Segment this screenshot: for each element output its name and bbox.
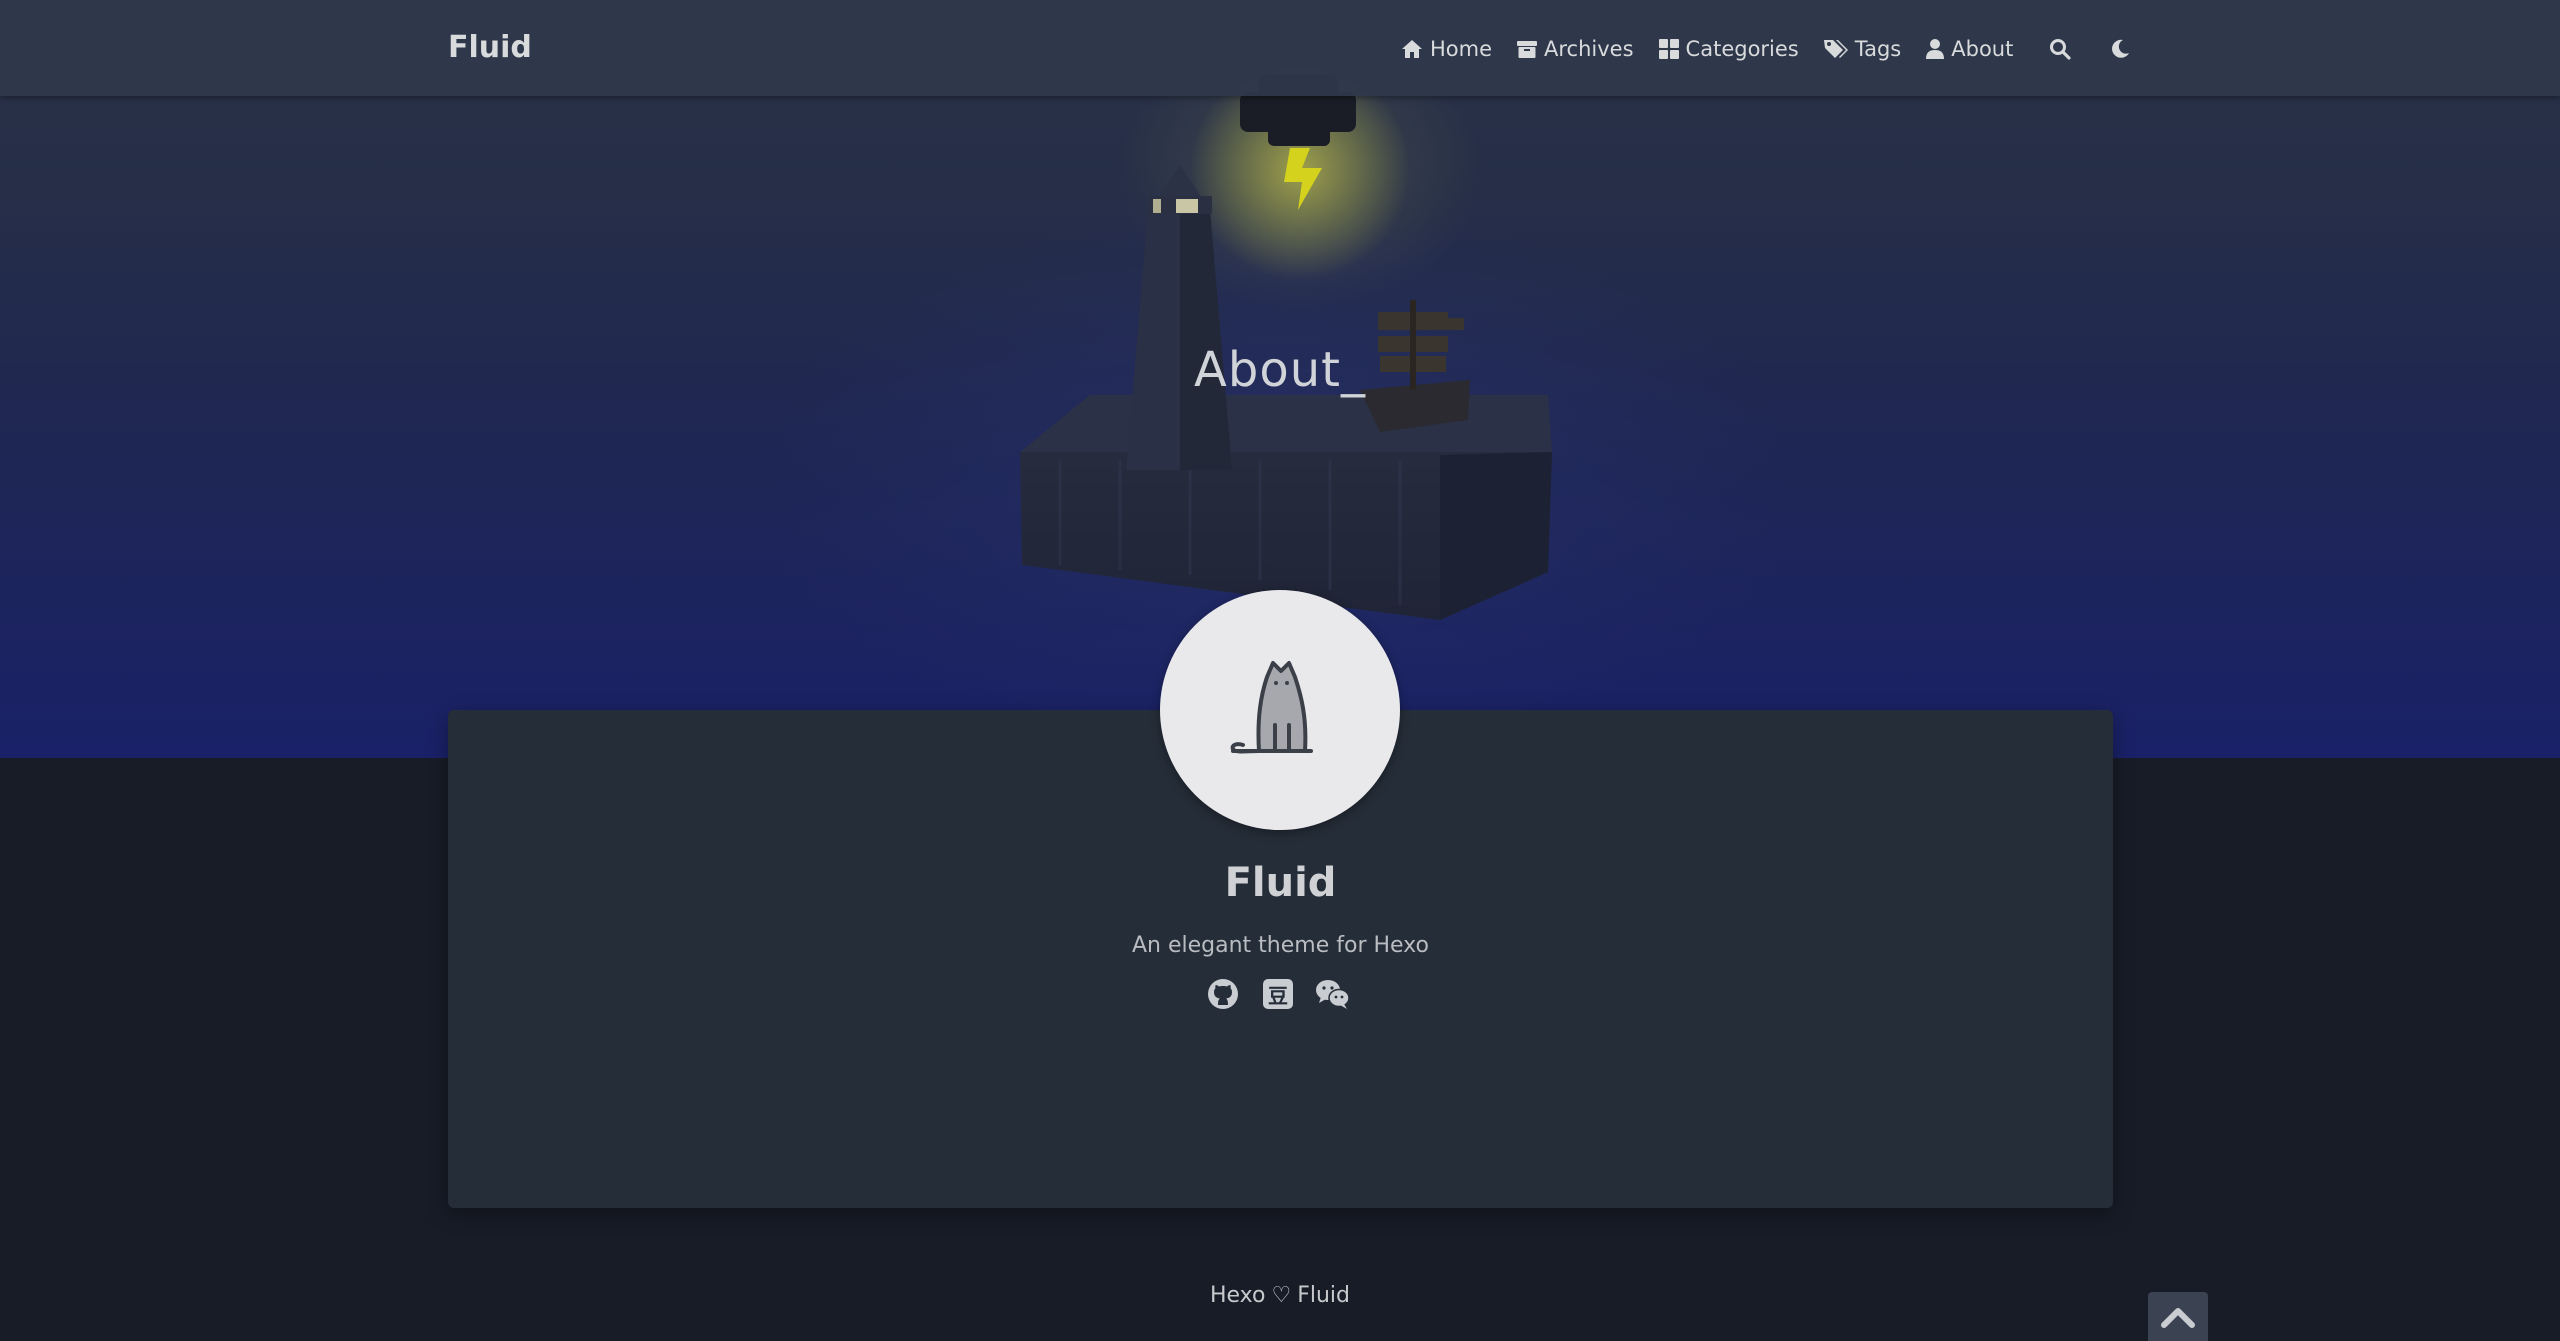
nav-archives-label: Archives [1544, 37, 1634, 61]
profile-name: Fluid [1224, 860, 1337, 906]
nav-archives[interactable]: Archives [1516, 37, 1634, 61]
profile-intro: An elegant theme for Hexo [1132, 933, 1429, 958]
navbar: Fluid Home Archives Categories Tags Abou… [0, 0, 2560, 96]
github-link[interactable] [1205, 976, 1241, 1012]
categories-icon [1658, 39, 1679, 59]
tags-icon [1823, 40, 1848, 58]
user-icon [1926, 39, 1945, 59]
theme-toggle-button[interactable] [2105, 34, 2135, 64]
island-top [1020, 395, 1552, 452]
nav-home-label: Home [1430, 37, 1493, 61]
chevron-up-icon [2161, 1308, 2195, 1328]
heart-icon: ♡ [1271, 1283, 1292, 1308]
nav-tags-label: Tags [1854, 37, 1902, 61]
page-title-text: About [1194, 342, 1341, 398]
search-button[interactable] [2045, 34, 2075, 64]
home-icon [1402, 40, 1422, 58]
nav-links: Home Archives Categories Tags About [1400, 26, 2157, 72]
moon-icon [2112, 39, 2130, 58]
nav-categories-label: Categories [1685, 37, 1799, 61]
avatar [1160, 590, 1400, 830]
footer-hexo-link[interactable]: Hexo [1210, 1283, 1266, 1308]
archive-icon [1517, 41, 1538, 58]
typing-cursor: _ [1340, 342, 1366, 398]
social-links: 豆 [1205, 976, 1370, 1012]
nav-home[interactable]: Home [1400, 37, 1492, 61]
brand-link[interactable]: Fluid [448, 30, 532, 65]
douban-icon: 豆 [1263, 979, 1293, 1009]
nav-about[interactable]: About [1925, 37, 2013, 61]
search-icon [2050, 39, 2071, 60]
douban-link[interactable]: 豆 [1260, 976, 1296, 1012]
nav-categories[interactable]: Categories [1658, 37, 1799, 61]
wechat-icon [1316, 980, 1350, 1009]
footer-fluid-link[interactable]: Fluid [1297, 1283, 1350, 1308]
nav-tags[interactable]: Tags [1823, 37, 1902, 61]
github-icon [1208, 979, 1238, 1009]
cat-avatar-icon [1230, 661, 1313, 754]
wechat-link[interactable] [1315, 976, 1351, 1012]
nav-about-label: About [1951, 37, 2014, 61]
page-title: About_ [0, 342, 2560, 398]
scroll-to-top-button[interactable] [2148, 1292, 2208, 1341]
